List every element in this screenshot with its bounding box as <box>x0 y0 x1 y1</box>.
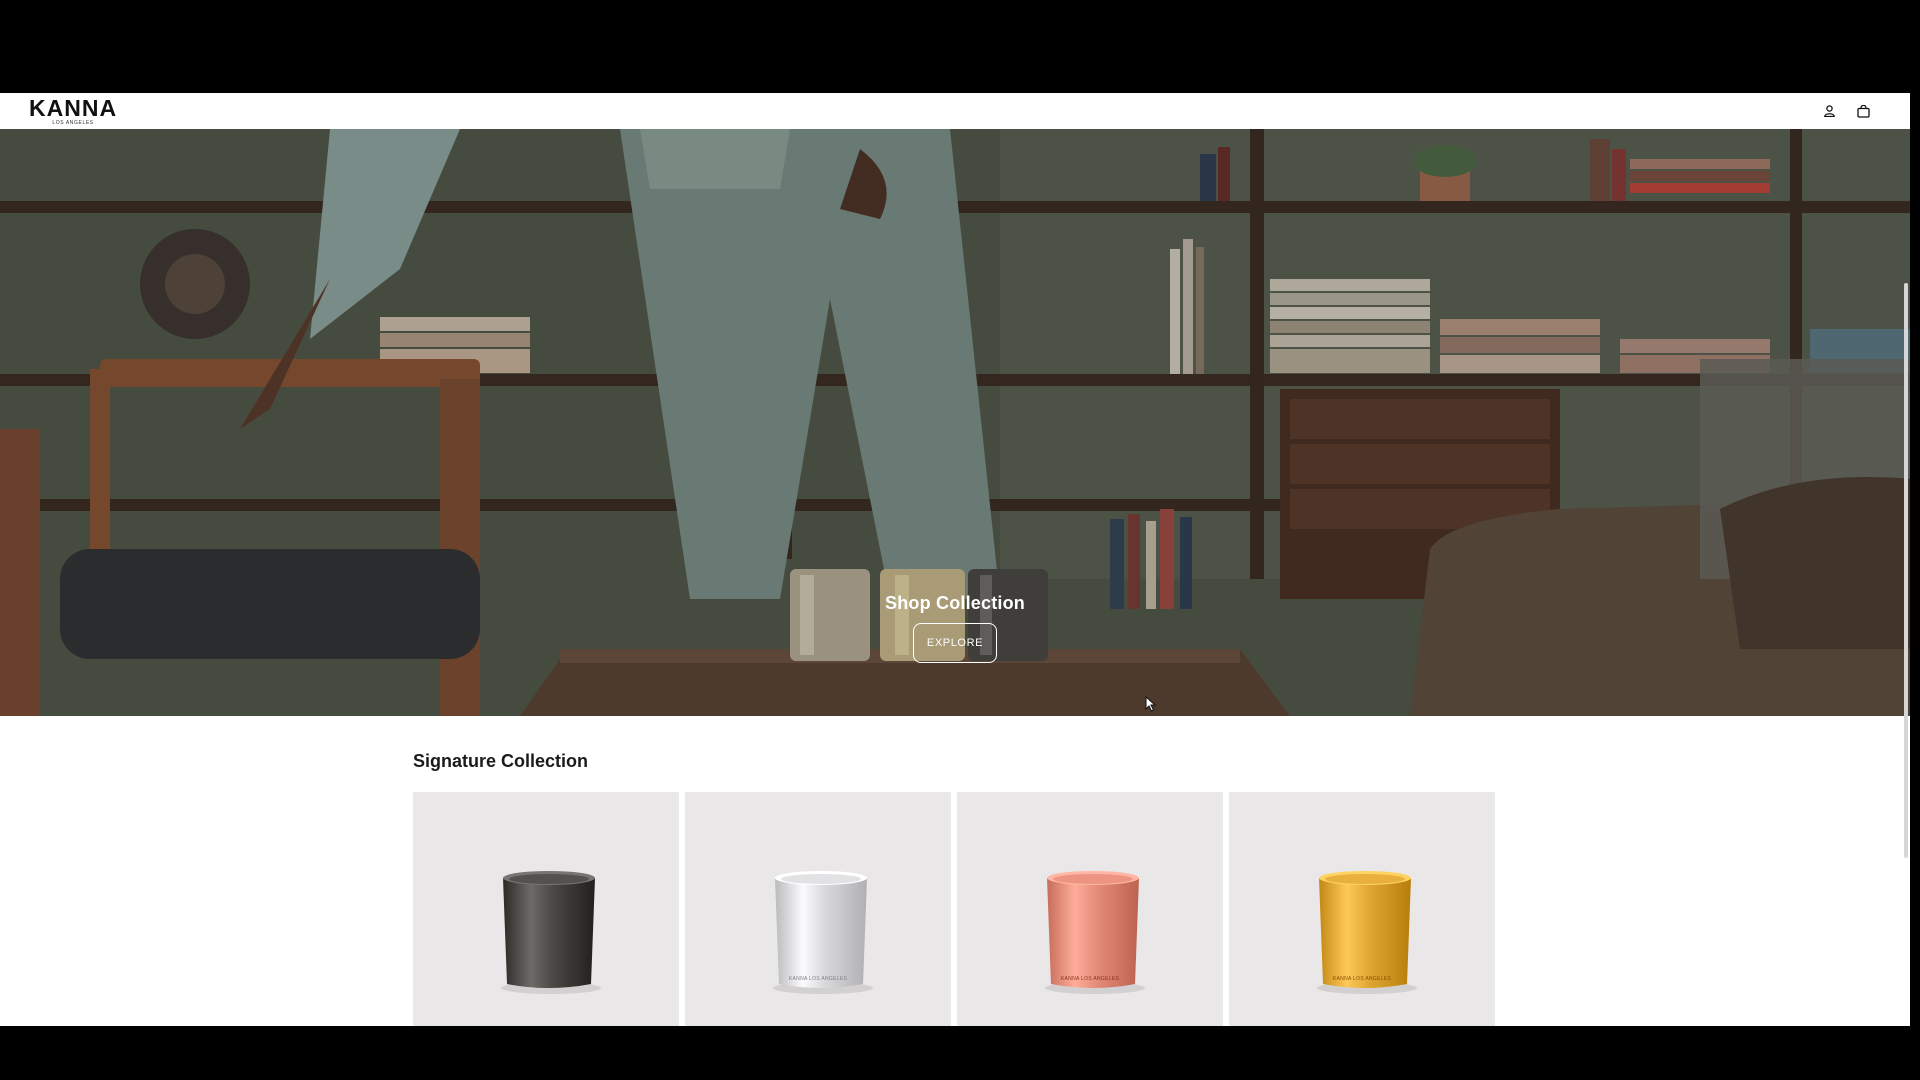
candle-image <box>1317 871 1417 994</box>
shopping-bag-icon[interactable] <box>1855 103 1871 119</box>
candle-label: KANNA LOS ANGELES <box>788 976 848 982</box>
header-actions <box>1821 103 1871 119</box>
mouse-cursor-icon <box>1145 696 1157 712</box>
product-card[interactable] <box>413 792 679 1026</box>
section-title: Signature Collection <box>413 751 589 771</box>
candle-image <box>1045 871 1145 994</box>
browser-viewport: KANNA LOS ANGELES Shop Collection EXPLOR… <box>0 93 1910 1026</box>
hero-title: Shop Collection <box>885 593 1025 613</box>
explore-button[interactable]: EXPLORE <box>913 623 997 663</box>
product-card[interactable]: KANNA LOS ANGELES <box>957 792 1223 1026</box>
product-card[interactable]: KANNA LOS ANGELES <box>685 792 951 1026</box>
logo-wordmark: KANNA <box>29 94 118 121</box>
product-grid: KANNA LOS ANGELES KANNA LOS ANGELES KANNA … <box>413 792 1495 1026</box>
page-scrollbar[interactable] <box>1904 283 1908 858</box>
site-header: KANNA LOS ANGELES <box>0 93 1910 129</box>
brand-logo[interactable]: KANNA LOS ANGELES <box>29 94 118 126</box>
hero-banner: Shop Collection EXPLORE <box>0 129 1910 716</box>
candle-label: KANNA LOS ANGELES <box>1332 976 1392 982</box>
logo-subtitle: LOS ANGELES <box>52 119 94 126</box>
product-card[interactable]: KANNA LOS ANGELES <box>1229 792 1495 1026</box>
candle-image <box>773 871 873 994</box>
user-icon[interactable] <box>1821 103 1837 119</box>
candle-label: KANNA LOS ANGELES <box>1060 976 1120 982</box>
hero-call-to-action: Shop Collection EXPLORE <box>0 593 1910 663</box>
candle-image <box>501 871 601 994</box>
